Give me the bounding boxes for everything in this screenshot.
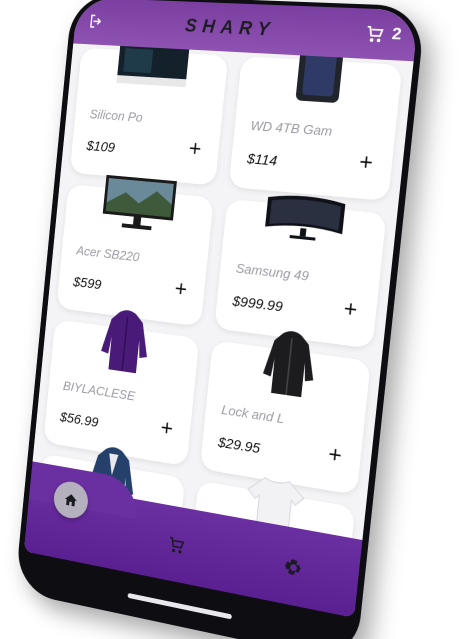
gear-icon	[282, 556, 304, 580]
product-price: $114	[246, 150, 277, 169]
product-card[interactable]: Silicon Po $109 +	[70, 48, 229, 186]
product-price: $999.99	[232, 292, 284, 314]
product-price: $109	[86, 137, 116, 155]
nav-settings-button[interactable]	[277, 550, 310, 586]
logout-icon	[87, 12, 105, 30]
cart-button[interactable]: 2	[363, 23, 402, 46]
add-to-cart-button[interactable]: +	[188, 137, 202, 160]
product-card[interactable]: BIYLACLESE $56.99 +	[43, 319, 199, 466]
app-screen: SHARY 2 Silicon Po $109 + WD 4TB Gam $11…	[24, 0, 419, 618]
nav-cart-button[interactable]	[161, 528, 192, 563]
purple-jacket-icon	[97, 306, 153, 377]
curved-monitor-icon	[261, 190, 347, 249]
phone-frame: SHARY 2 Silicon Po $109 + WD 4TB Gam $11…	[15, 0, 426, 639]
product-thumb	[246, 327, 333, 401]
product-card[interactable]: Acer SB220 $599 +	[56, 184, 213, 326]
product-price: $29.95	[217, 434, 261, 457]
stage: SHARY 2 Silicon Po $109 + WD 4TB Gam $11…	[0, 0, 469, 639]
add-to-cart-button[interactable]: +	[358, 151, 374, 175]
cart-icon	[166, 534, 187, 557]
product-thumb	[99, 170, 179, 238]
product-name: Samsung 49	[235, 260, 309, 283]
home-icon	[63, 491, 79, 509]
product-name: BIYLACLESE	[62, 378, 135, 403]
cart-icon	[363, 23, 386, 45]
home-indicator	[127, 593, 232, 620]
add-to-cart-button[interactable]: +	[343, 297, 359, 321]
product-name: Silicon Po	[89, 107, 143, 125]
product-price: $599	[73, 273, 102, 292]
product-card[interactable]: Lock and L $29.95 +	[200, 340, 371, 495]
product-price: $56.99	[59, 409, 99, 430]
logout-button[interactable]	[87, 12, 105, 30]
product-name: Lock and L	[221, 402, 285, 426]
product-name: Acer SB220	[76, 243, 140, 265]
app-title: SHARY	[184, 15, 276, 40]
monitor-icon	[99, 173, 178, 235]
product-card[interactable]: Samsung 49 $999.99 +	[214, 199, 386, 349]
add-to-cart-button[interactable]: +	[160, 417, 174, 440]
cart-count-badge: 2	[391, 25, 402, 44]
product-name: WD 4TB Gam	[250, 118, 333, 139]
product-grid: Silicon Po $109 + WD 4TB Gam $114 + Acer…	[40, 48, 403, 534]
black-jacket-icon	[258, 327, 319, 401]
add-to-cart-button[interactable]: +	[174, 278, 188, 301]
product-card[interactable]: WD 4TB Gam $114 +	[229, 56, 403, 201]
product-thumb	[85, 307, 164, 377]
product-thumb	[261, 184, 349, 255]
add-to-cart-button[interactable]: +	[327, 443, 343, 468]
